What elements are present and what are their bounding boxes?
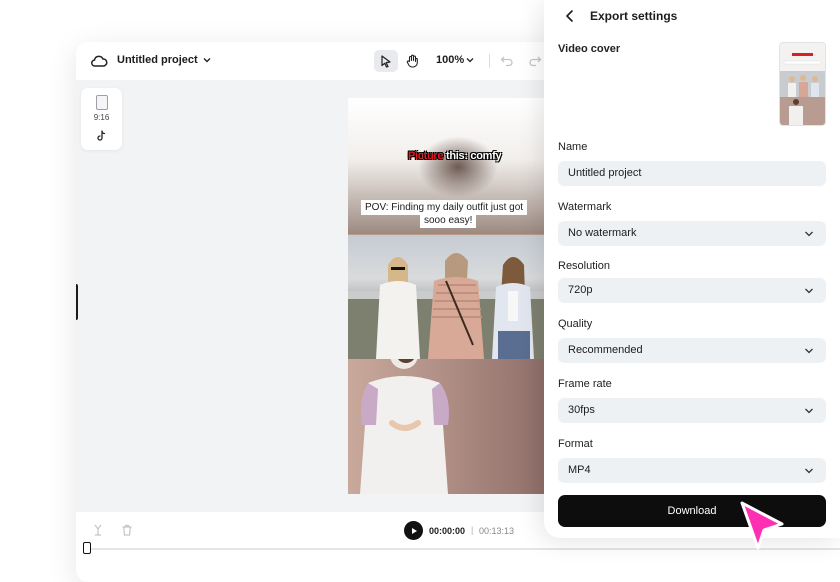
export-settings-panel: Export settings Video cover Name Untitle…: [544, 0, 840, 538]
blurred-background: [418, 136, 498, 198]
trash-icon[interactable]: [121, 524, 133, 536]
split-icon[interactable]: [92, 524, 104, 536]
tiktok-icon: [97, 130, 106, 141]
video-cover-thumbnail[interactable]: [780, 43, 825, 125]
aspect-ratio-label: 9:16: [93, 113, 110, 122]
chevron-down-icon: [805, 231, 813, 237]
resolution-select[interactable]: 720p: [558, 278, 826, 303]
headline-highlight: Picture: [408, 150, 444, 162]
back-arrow-icon[interactable]: [563, 9, 577, 23]
portrait-frame-icon: [96, 95, 108, 110]
select-tool-button[interactable]: [374, 50, 398, 72]
caption-line-2: sooo easy!: [420, 213, 477, 228]
watermark-select[interactable]: No watermark: [558, 221, 826, 246]
project-title[interactable]: Untitled project: [117, 54, 198, 66]
video-clip-group-photo: [348, 235, 548, 359]
frame-rate-value: 30fps: [568, 404, 595, 416]
pointer-cursor-icon: [740, 501, 784, 550]
video-headline: Picture this: comfy: [408, 150, 502, 162]
chevron-down-icon: [805, 348, 813, 354]
panel-title: Export settings: [590, 9, 678, 23]
video-clip-man: [348, 359, 548, 494]
playhead-handle[interactable]: [83, 542, 91, 554]
quality-value: Recommended: [568, 344, 643, 356]
frame-rate-label: Frame rate: [558, 378, 612, 390]
panel-resize-handle[interactable]: [76, 284, 78, 320]
zoom-level[interactable]: 100%: [436, 54, 464, 66]
format-select[interactable]: MP4: [558, 458, 826, 483]
cloud-icon[interactable]: [90, 53, 108, 69]
cover-preview-image: [780, 43, 825, 125]
redo-icon[interactable]: [528, 54, 542, 68]
resolution-label: Resolution: [558, 260, 610, 272]
timeline-track[interactable]: [86, 548, 840, 550]
group-of-people-image: [348, 253, 548, 359]
name-value: Untitled project: [568, 167, 642, 179]
undo-icon[interactable]: [500, 54, 514, 68]
play-button[interactable]: [404, 521, 423, 540]
name-input[interactable]: Untitled project: [558, 161, 826, 186]
headline-rest: this: comfy: [443, 150, 502, 162]
resolution-value: 720p: [568, 284, 593, 296]
current-time: 00:00:00: [429, 526, 466, 536]
aspect-ratio-card[interactable]: 9:16: [81, 88, 122, 150]
chevron-down-icon: [805, 408, 813, 414]
pointer-icon: [381, 54, 391, 68]
frame-rate-select[interactable]: 30fps: [558, 398, 826, 423]
play-icon: [411, 527, 417, 534]
man-standing-image: [360, 359, 449, 494]
format-label: Format: [558, 438, 593, 450]
total-time: 00:13:13: [479, 526, 515, 536]
quality-select[interactable]: Recommended: [558, 338, 826, 363]
hand-icon: [406, 54, 418, 68]
video-clip-top: Picture this: comfy POV: Finding my dail…: [348, 98, 548, 234]
chevron-down-icon: [805, 468, 813, 474]
format-value: MP4: [568, 464, 591, 476]
watermark-value: No watermark: [568, 227, 637, 239]
video-cover-label: Video cover: [558, 43, 621, 55]
chevron-down-icon[interactable]: [466, 56, 474, 64]
time-separator: |: [471, 525, 474, 535]
video-canvas[interactable]: Picture this: comfy POV: Finding my dail…: [348, 98, 548, 494]
chevron-down-icon: [805, 288, 813, 294]
watermark-label: Watermark: [558, 201, 612, 213]
chevron-down-icon[interactable]: [202, 55, 212, 65]
name-label: Name: [558, 141, 588, 153]
toolbar-divider: [489, 54, 490, 68]
quality-label: Quality: [558, 318, 593, 330]
hand-tool-button[interactable]: [400, 50, 424, 72]
